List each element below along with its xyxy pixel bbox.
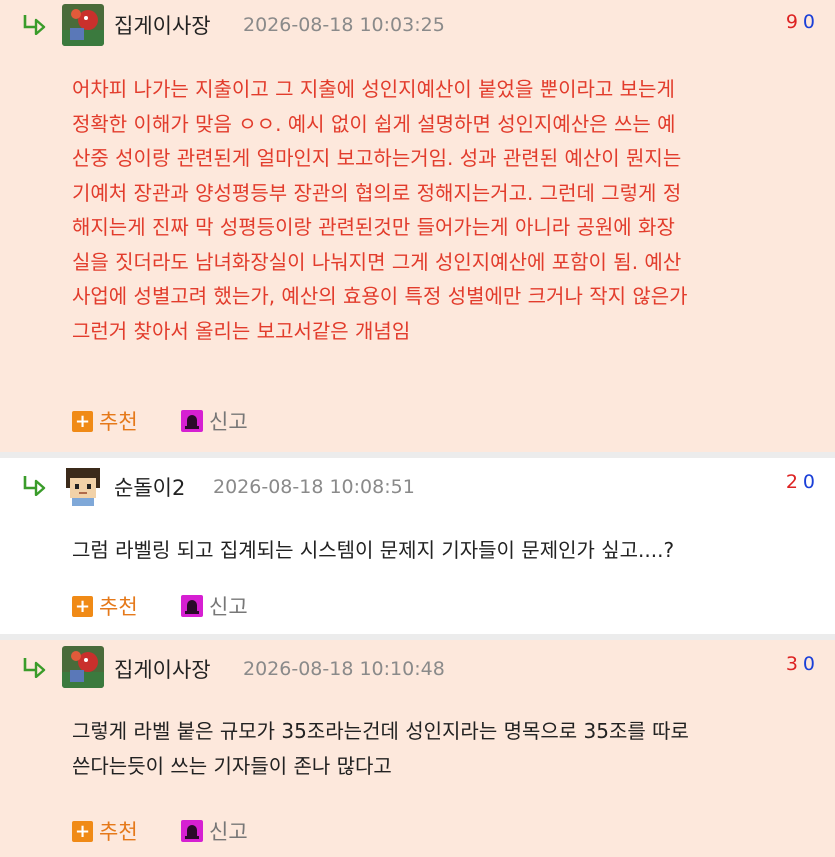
comment-line: 그렇게 라벨 붙은 규모가 35조라는건데 성인지라는 명목으로 35조를 따로 xyxy=(72,719,689,743)
vote-counts: 20 xyxy=(786,471,815,493)
comment-item: 집게이사장 2026-08-18 10:10:48 30 그렇게 라벨 붙은 규… xyxy=(0,640,835,857)
comment-line: 그럼 라벨링 되고 집계되는 시스템이 문제지 기자들이 문제인가 싶고....… xyxy=(72,538,675,562)
avatar[interactable] xyxy=(62,464,104,506)
nickname[interactable]: 집게이사장 xyxy=(114,10,211,40)
nickname[interactable]: 집게이사장 xyxy=(114,654,211,684)
avatar[interactable] xyxy=(62,4,104,46)
recommend-label: 추천 xyxy=(99,820,138,844)
comment-line: 어차피 나가는 지출이고 그 지출에 성인지예산이 붙었을 뿐이라고 보는게 xyxy=(72,77,675,101)
reply-arrow-icon xyxy=(23,476,46,496)
siren-icon xyxy=(181,595,203,617)
plus-icon: + xyxy=(72,595,93,617)
comment-line: 쓴다는듯이 쓰는 기자들이 존나 많다고 xyxy=(72,753,392,778)
recommend-button[interactable]: + 추천 xyxy=(72,406,138,436)
recommend-label: 추천 xyxy=(99,410,138,434)
up-count: 3 xyxy=(785,653,798,675)
up-count: 9 xyxy=(785,11,798,33)
timestamp: 2026-08-18 10:10:48 xyxy=(243,658,445,680)
report-label: 신고 xyxy=(209,595,248,619)
reply-arrow-icon xyxy=(23,15,46,35)
avatar[interactable] xyxy=(62,646,104,688)
vote-counts: 30 xyxy=(786,653,815,675)
comment-line: 기예처 장관과 양성평등부 장관의 협의로 정해지는거고. 그런데 그렇게 정 xyxy=(72,180,682,205)
vote-counts: 90 xyxy=(786,11,815,33)
timestamp: 2026-08-18 10:08:51 xyxy=(213,476,415,498)
comment-item: 집게이사장 2026-08-18 10:03:25 90 어차피 나가는 지출이… xyxy=(0,0,835,452)
comment-line: 실을 짓더라도 남녀화장실이 나눠지면 그게 성인지예산에 포함이 됨. 예산 xyxy=(72,249,682,274)
comment-line: 정확한 이해가 맞음 ㅇㅇ. 예시 없이 쉽게 설명하면 성인지예산은 쓰는 예 xyxy=(72,111,676,136)
comment-line: 산중 성이랑 관련된게 얼마인지 보고하는거임. 성과 관련된 예산이 뭔지는 xyxy=(72,146,682,170)
reply-arrow-icon xyxy=(23,658,46,678)
report-button[interactable]: 신고 xyxy=(181,591,248,621)
comment-item: 순돌이2 2026-08-18 10:08:51 20 그럼 라벨링 되고 집계… xyxy=(0,458,835,634)
siren-icon xyxy=(181,820,203,842)
report-button[interactable]: 신고 xyxy=(181,406,248,436)
plus-icon: + xyxy=(72,410,93,432)
recommend-button[interactable]: + 추천 xyxy=(72,816,138,846)
report-label: 신고 xyxy=(209,410,248,434)
nickname[interactable]: 순돌이2 xyxy=(114,472,185,502)
report-button[interactable]: 신고 xyxy=(181,816,248,846)
down-count: 0 xyxy=(802,471,815,493)
siren-icon xyxy=(181,410,203,432)
down-count: 0 xyxy=(802,653,815,675)
comment-body: 그럼 라벨링 되고 집계되는 시스템이 문제지 기자들이 문제인가 싶고....… xyxy=(72,533,812,568)
report-label: 신고 xyxy=(209,820,248,844)
comment-line: 해지는게 진짜 막 성평등이랑 관련된것만 들어가는게 아니라 공원에 화장 xyxy=(72,215,675,239)
recommend-label: 추천 xyxy=(99,595,138,619)
timestamp: 2026-08-18 10:03:25 xyxy=(243,14,445,36)
comment-body: 그렇게 라벨 붙은 규모가 35조라는건데 성인지라는 명목으로 35조를 따로… xyxy=(72,714,812,783)
down-count: 0 xyxy=(802,11,815,33)
plus-icon: + xyxy=(72,820,93,842)
comment-line: 사업에 성별고려 했는가, 예산의 효용이 특정 성별에만 크거나 작지 않은가 xyxy=(72,284,688,308)
recommend-button[interactable]: + 추천 xyxy=(72,591,138,621)
comment-line: 그런거 찾아서 올리는 보고서같은 개념임 xyxy=(72,318,411,343)
up-count: 2 xyxy=(785,471,798,493)
comment-body: 어차피 나가는 지출이고 그 지출에 성인지예산이 붙었을 뿐이라고 보는게 정… xyxy=(72,72,812,348)
